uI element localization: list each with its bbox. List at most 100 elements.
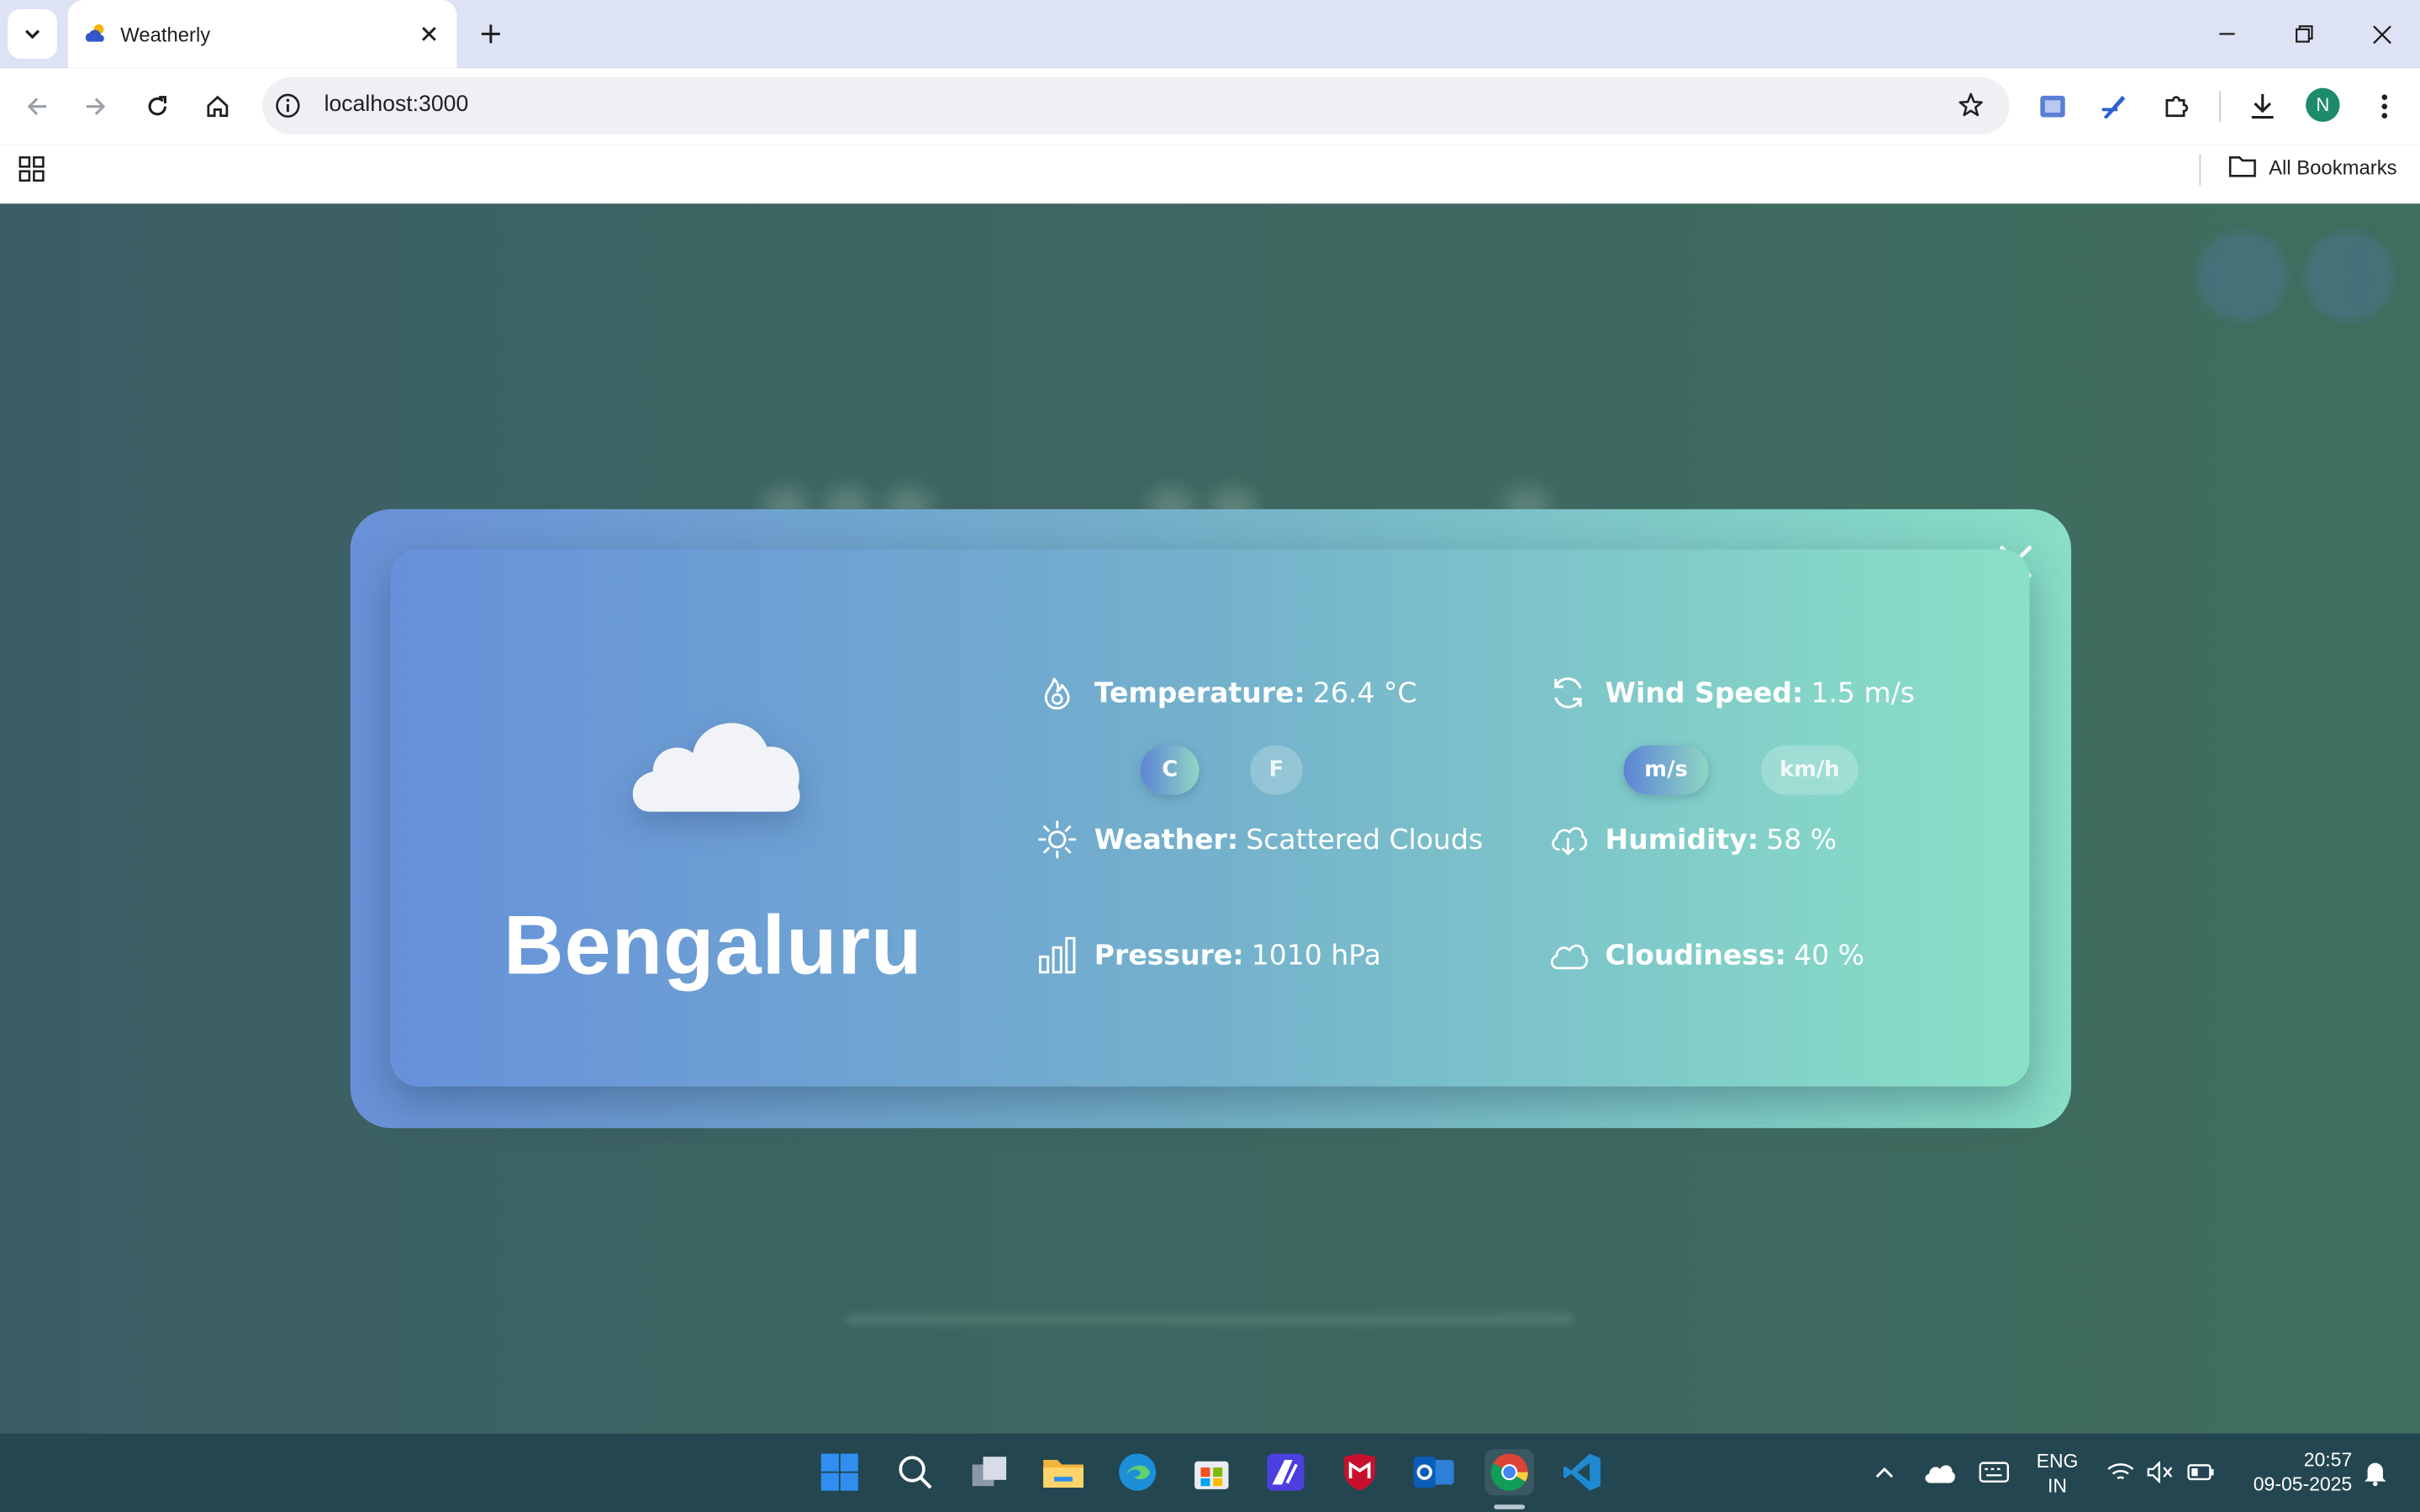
blurred-header-button (2304, 231, 2394, 321)
temperature-stat: Temperature: 26.4 °C (1037, 673, 1417, 714)
arrow-right-icon (86, 97, 106, 115)
microsoft-store-icon[interactable] (1189, 1449, 1235, 1495)
profile-avatar[interactable]: N (2306, 87, 2340, 123)
folder-icon (2228, 155, 2256, 177)
search-icon[interactable] (892, 1449, 938, 1495)
notification-bell-icon[interactable] (2359, 1449, 2392, 1495)
pressure-label: Pressure: (1094, 939, 1244, 972)
bookmarks-divider (2199, 154, 2201, 186)
tab-strip: Weatherly (0, 0, 2420, 68)
chevron-down-icon (25, 29, 40, 40)
keyboard-icon[interactable] (1973, 1449, 2016, 1495)
back-button[interactable] (17, 87, 57, 127)
edge-browser-icon[interactable] (1115, 1449, 1161, 1495)
weatherly-favicon-icon (83, 22, 108, 55)
region-code: IN (2048, 1475, 2067, 1498)
minimize-icon (2219, 33, 2235, 35)
humidity-label: Humidity: (1605, 823, 1759, 856)
browser-tab-weatherly[interactable]: Weatherly (67, 0, 457, 68)
cloud-download-icon (1548, 819, 1589, 860)
extensions-puzzle-icon[interactable] (2158, 88, 2195, 125)
close-icon (2372, 24, 2391, 44)
clock-date: 09-05-2025 (2253, 1473, 2353, 1496)
pen-extension-icon[interactable] (2096, 88, 2133, 125)
language-indicator[interactable]: ENG IN (2027, 1449, 2088, 1499)
clock[interactable]: 20:57 09-05-2025 (2232, 1447, 2352, 1497)
window-close-button[interactable] (2361, 15, 2402, 52)
humidity-value: 58 % (1766, 823, 1837, 856)
battery-icon[interactable] (2182, 1449, 2219, 1495)
temperature-label: Temperature: (1094, 677, 1305, 709)
home-button[interactable] (198, 87, 238, 127)
blurred-header-button (2197, 231, 2288, 321)
minimize-button[interactable] (2207, 15, 2248, 52)
browser-toolbar: localhost:3000 N (0, 67, 2420, 145)
speaker-muted-icon[interactable] (2143, 1449, 2180, 1495)
cloud-icon (622, 698, 807, 829)
wind-speed-label: Wind Speed: (1605, 677, 1804, 709)
bookmarks-bar: All Bookmarks (0, 145, 2420, 204)
windows-taskbar: ENG IN 20:57 09-05-2025 (0, 1433, 2420, 1512)
clock-time: 20:57 (2303, 1449, 2353, 1471)
task-view-icon[interactable] (966, 1449, 1012, 1495)
temperature-value: 26.4 °C (1312, 677, 1417, 709)
outlook-icon[interactable] (1410, 1449, 1457, 1495)
weatherly-page: Bengaluru Temperature: 26.4 °C C F Wind … (0, 203, 2420, 1434)
celsius-toggle[interactable]: C (1140, 745, 1199, 795)
weather-value: Scattered Clouds (1246, 823, 1484, 856)
kmh-toggle[interactable]: km/h (1760, 745, 1858, 795)
chevron-up-icon[interactable] (1864, 1449, 1905, 1495)
wind-speed-stat: Wind Speed: 1.5 m/s (1548, 673, 1915, 714)
mcafee-shield-icon[interactable] (1337, 1449, 1383, 1495)
file-explorer-icon[interactable] (1041, 1449, 1087, 1495)
arrow-left-icon (27, 97, 47, 115)
restore-button[interactable] (2284, 15, 2324, 52)
bookmark-star-icon[interactable] (1957, 91, 1985, 126)
blurred-footer (846, 1307, 1574, 1331)
plus-icon (481, 24, 500, 44)
ai-app-icon[interactable] (1263, 1449, 1309, 1495)
weather-condition-stat: Weather: Scattered Clouds (1037, 819, 1483, 860)
wifi-icon[interactable] (2102, 1449, 2139, 1495)
vscode-icon[interactable] (1558, 1449, 1605, 1495)
all-bookmarks-label: All Bookmarks (2269, 155, 2397, 179)
cloud-outline-icon (1548, 935, 1589, 976)
translate-extension-icon[interactable] (2034, 88, 2071, 125)
cloudiness-stat: Cloudiness: 40 % (1548, 935, 1864, 976)
fahrenheit-toggle[interactable]: F (1250, 745, 1303, 795)
chrome-icon[interactable] (1484, 1449, 1535, 1496)
address-bar[interactable]: localhost:3000 (262, 76, 2010, 134)
reload-icon (148, 96, 167, 116)
cloudiness-value: 40 % (1794, 939, 1865, 972)
reload-button[interactable] (137, 87, 177, 127)
start-windows-icon[interactable] (816, 1449, 862, 1495)
downloads-icon[interactable] (2244, 88, 2281, 125)
tab-title: Weatherly (120, 23, 211, 47)
all-bookmarks-button[interactable]: All Bookmarks (2228, 155, 2397, 179)
pressure-stat: Pressure: 1010 hPa (1037, 935, 1381, 976)
new-tab-button[interactable] (471, 15, 511, 52)
home-icon (207, 95, 229, 118)
menu-kebab-icon[interactable] (2366, 88, 2403, 125)
flame-icon (1037, 673, 1078, 714)
onedrive-cloud-icon[interactable] (1918, 1449, 1961, 1495)
cloudiness-label: Cloudiness: (1605, 939, 1786, 972)
weather-label: Weather: (1094, 823, 1239, 856)
toolbar-divider (2219, 91, 2222, 123)
pressure-value: 1010 hPa (1251, 939, 1381, 972)
sun-icon (1037, 819, 1078, 860)
city-name: Bengaluru (503, 899, 923, 993)
url-text: localhost:3000 (324, 92, 469, 118)
bar-chart-icon (1037, 935, 1078, 976)
restore-icon (2296, 25, 2313, 43)
active-app-indicator (1494, 1504, 1526, 1509)
tab-search-button[interactable] (8, 9, 57, 59)
wind-speed-value: 1.5 m/s (1811, 677, 1915, 709)
tab-close-icon[interactable] (415, 20, 443, 48)
weather-modal: Bengaluru Temperature: 26.4 °C C F Wind … (390, 549, 2030, 1087)
apps-grid-icon[interactable] (18, 155, 46, 191)
humidity-stat: Humidity: 58 % (1548, 819, 1837, 860)
site-info-icon[interactable] (275, 92, 301, 126)
forward-button[interactable] (76, 87, 116, 127)
mps-toggle[interactable]: m/s (1623, 745, 1709, 795)
